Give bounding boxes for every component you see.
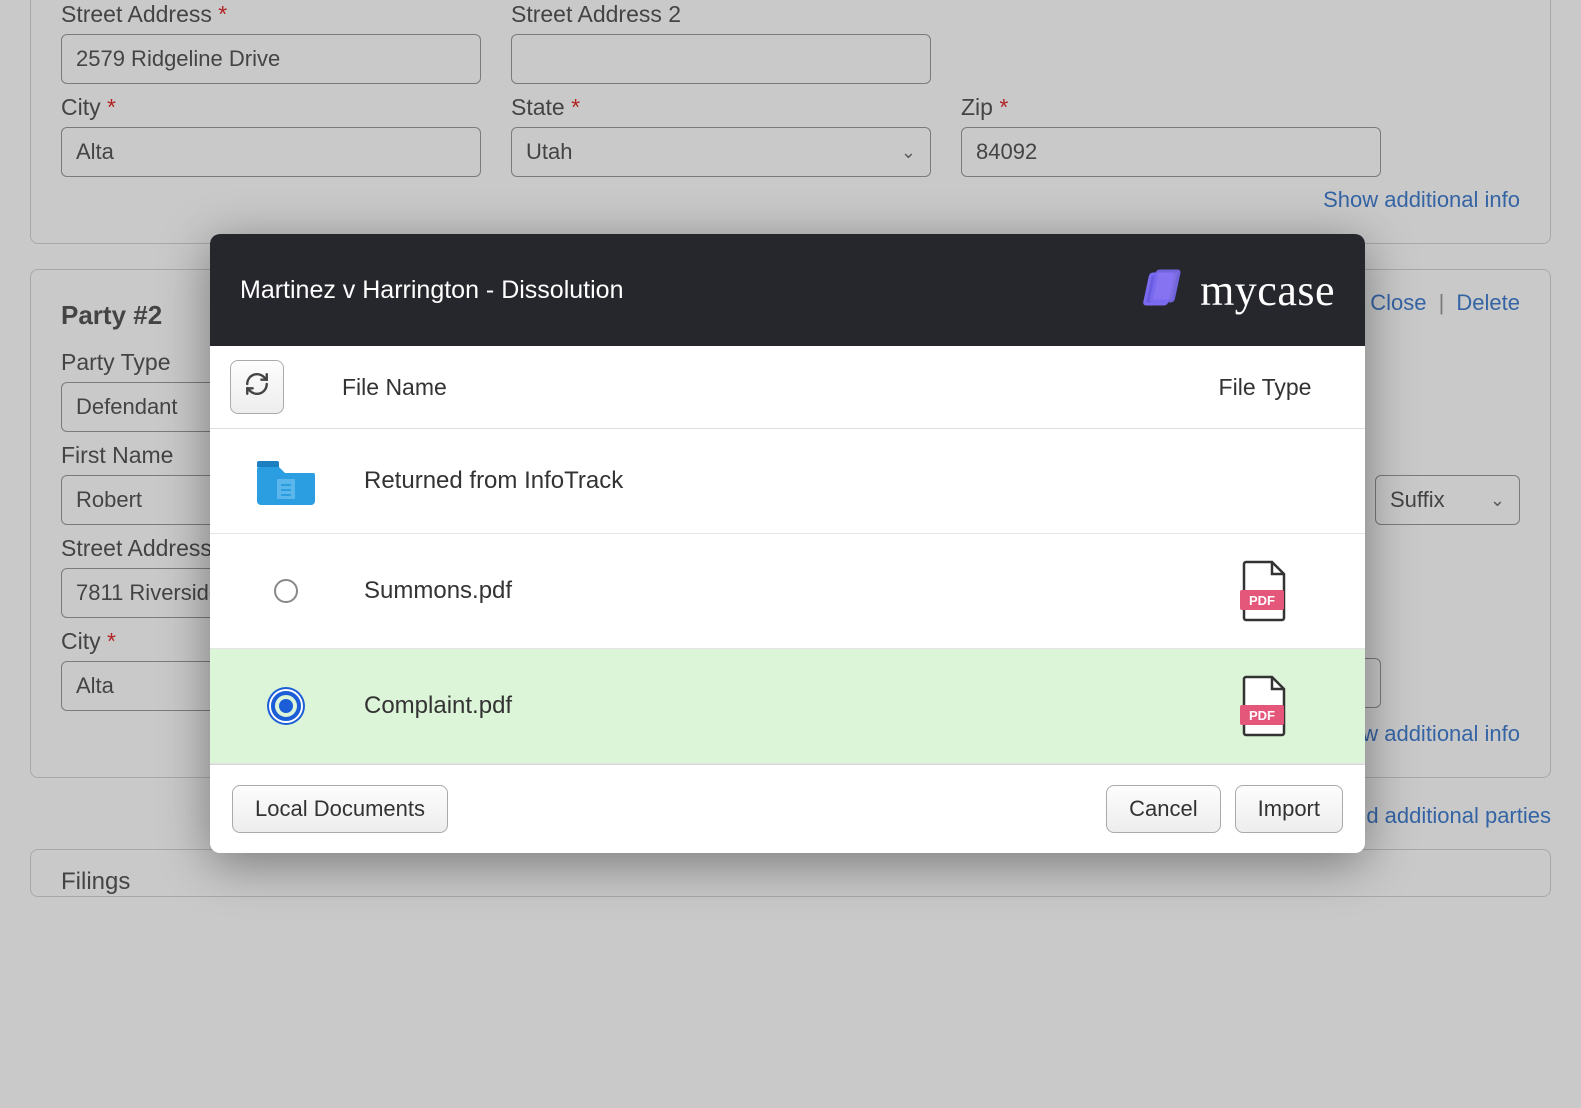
file-row[interactable]: Summons.pdf PDF: [210, 534, 1365, 649]
column-header-filename: File Name: [342, 374, 1185, 401]
column-header-filetype: File Type: [1185, 374, 1345, 401]
mycase-logo-text: mycase: [1200, 265, 1335, 316]
file-row-selected[interactable]: Complaint.pdf PDF: [210, 649, 1365, 764]
folder-icon: [255, 455, 317, 507]
refresh-button[interactable]: [230, 360, 284, 414]
file-name: Returned from InfoTrack: [342, 467, 1185, 495]
radio-unselected[interactable]: [274, 579, 298, 603]
svg-text:PDF: PDF: [1249, 593, 1275, 608]
file-table-header: File Name File Type: [210, 346, 1365, 429]
file-name: Summons.pdf: [342, 577, 1185, 605]
file-name: Complaint.pdf: [342, 692, 1185, 720]
import-button[interactable]: Import: [1235, 785, 1343, 833]
svg-text:PDF: PDF: [1249, 708, 1275, 723]
cancel-button[interactable]: Cancel: [1106, 785, 1220, 833]
pdf-file-icon: PDF: [1240, 675, 1290, 737]
modal-title: Martinez v Harrington - Dissolution: [240, 276, 623, 305]
file-row-folder[interactable]: Returned from InfoTrack: [210, 429, 1365, 534]
refresh-icon: [244, 371, 270, 403]
local-documents-button[interactable]: Local Documents: [232, 785, 448, 833]
modal-footer: Local Documents Cancel Import: [210, 764, 1365, 853]
mycase-logo-icon: [1142, 268, 1186, 312]
mycase-logo: mycase: [1142, 265, 1335, 316]
modal-header: Martinez v Harrington - Dissolution myca…: [210, 234, 1365, 346]
radio-selected[interactable]: [271, 691, 301, 721]
file-picker-modal: Martinez v Harrington - Dissolution myca…: [210, 234, 1365, 853]
pdf-file-icon: PDF: [1240, 560, 1290, 622]
